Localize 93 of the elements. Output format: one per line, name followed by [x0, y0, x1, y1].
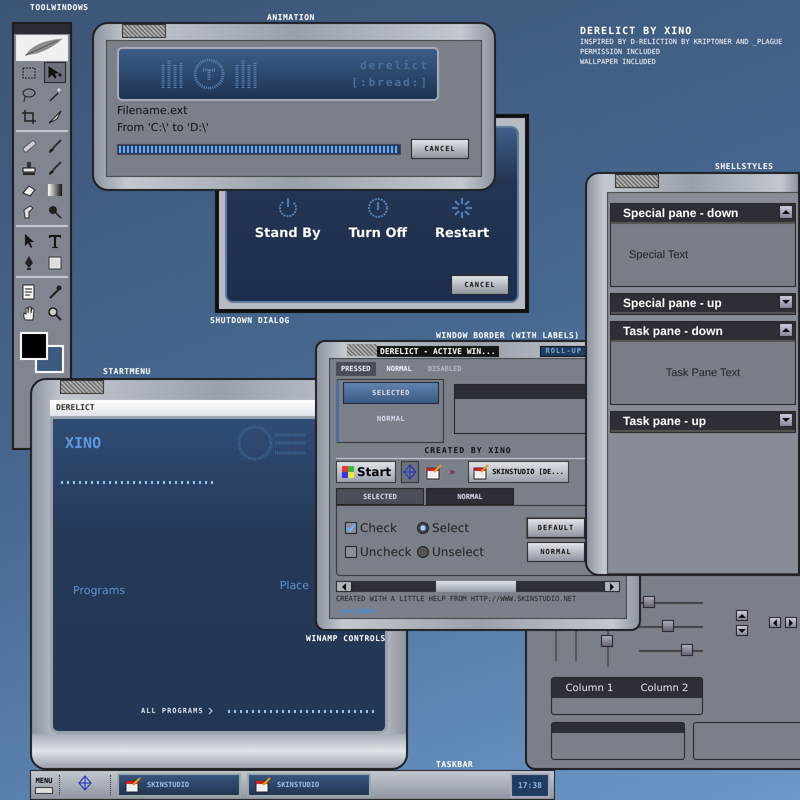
- column-header[interactable]: Column 1: [552, 678, 627, 698]
- pane-title: Special pane - down: [623, 206, 738, 220]
- triangle-right-icon: [788, 618, 794, 626]
- hand-icon: [21, 306, 37, 322]
- triangle-up-icon: [782, 327, 790, 333]
- stamp-icon: [21, 160, 37, 176]
- pane-header[interactable]: Special pane - down: [611, 204, 795, 224]
- spin-up-button[interactable]: [736, 610, 748, 621]
- places-link[interactable]: Place: [280, 579, 309, 592]
- triangle-left-icon: [341, 582, 347, 591]
- app-icon: [255, 777, 271, 793]
- dashed-square-icon: [21, 64, 37, 80]
- clock: 17:38: [510, 772, 550, 798]
- caption-label: STARTMENU: [103, 367, 151, 376]
- triangle-left-icon: [772, 618, 778, 626]
- app-icon: [125, 777, 141, 793]
- pane-title: Task pane - up: [623, 414, 706, 428]
- shutdown-option[interactable]: Turn Off: [348, 196, 408, 241]
- slider-thumb[interactable]: [642, 596, 655, 608]
- pane-header[interactable]: Task pane - down: [611, 322, 795, 342]
- shutdown-option[interactable]: Restart: [435, 196, 490, 241]
- crop-icon: [21, 108, 37, 124]
- eyedropper-icon: [47, 284, 63, 300]
- quick-launch-button[interactable]: [59, 775, 111, 795]
- slider-thumb[interactable]: [681, 644, 693, 656]
- triangle-up-icon: [782, 209, 790, 215]
- app-icon: [473, 464, 490, 480]
- radio-button[interactable]: Unselect: [417, 545, 527, 559]
- programs-link[interactable]: Programs: [73, 584, 126, 597]
- banner-text: [:bread:]: [351, 76, 429, 89]
- dotted-logo-drawing: [237, 425, 307, 461]
- power-icon: [366, 196, 390, 220]
- brush-icon: [47, 160, 63, 176]
- credit-label: CREATED BY XINO: [424, 446, 512, 455]
- slider-thumb[interactable]: [662, 620, 674, 632]
- collapse-button[interactable]: [779, 295, 793, 309]
- knife-icon: [47, 108, 63, 124]
- crystal-icon: [403, 464, 418, 480]
- checkbox[interactable]: Check: [345, 521, 417, 535]
- brush-icon: [47, 138, 63, 154]
- pin-icon: [47, 204, 63, 220]
- caption-label: WINDOW BORDER (WITH LABELS): [436, 331, 580, 340]
- arrow-cross-icon: [47, 64, 63, 80]
- pane-text: Task Pane Text: [666, 367, 740, 379]
- pane-text: Special Text: [629, 249, 688, 261]
- chevron-right-icon: [208, 707, 214, 715]
- caption-label: SHUTDOWN DIALOG: [210, 316, 290, 325]
- user-name: XINO: [64, 434, 102, 452]
- triangle-down-icon: [738, 628, 746, 634]
- caption-label: WINAMP CONTROLS: [306, 634, 386, 643]
- horizontal-scrollbar[interactable]: [336, 581, 620, 592]
- square-icon: [47, 254, 63, 270]
- burst-icon: [450, 196, 474, 220]
- app-icon: [426, 464, 442, 480]
- shutdown-option[interactable]: Stand By: [254, 196, 321, 241]
- filename-label: Filename.ext: [117, 103, 188, 118]
- start-button[interactable]: Start: [336, 461, 396, 483]
- column-header[interactable]: Column 2: [627, 678, 702, 698]
- radio-button[interactable]: Select: [417, 521, 527, 535]
- lasso-icon: [21, 86, 37, 102]
- checkmark-icon: [346, 523, 356, 533]
- collapse-button[interactable]: [779, 205, 793, 219]
- color-swatches-icon[interactable]: [19, 331, 65, 373]
- pane-title: Task pane - down: [623, 324, 723, 338]
- collapse-button[interactable]: [779, 323, 793, 337]
- zoom-icon: [47, 306, 63, 322]
- triangle-down-icon: [782, 299, 790, 305]
- window-title: DERELICT - ACTIVE WIN...: [377, 346, 499, 356]
- copy-path-label: From 'C:\' to 'D:\': [117, 120, 210, 135]
- toolbox-titlebar: [14, 24, 70, 34]
- credits-title: DERELICT BY XINO: [580, 26, 694, 37]
- caption-label: ANIMATION: [267, 13, 315, 22]
- slider-thumb[interactable]: [601, 635, 613, 647]
- text-tool-icon: [47, 232, 63, 248]
- spin-left-button[interactable]: [769, 617, 781, 628]
- pane-title: Special pane - up: [623, 296, 722, 310]
- gradient-icon: [47, 182, 63, 198]
- crystal-icon: [78, 775, 92, 791]
- triangle-down-icon: [782, 417, 790, 423]
- flag-icon: [341, 465, 355, 479]
- spin-right-button[interactable]: [785, 617, 797, 628]
- caption-label: TOOLWINDOWS: [30, 3, 88, 12]
- checkbox[interactable]: Uncheck: [345, 545, 417, 559]
- caption-label: SHELLSTYLES: [715, 162, 774, 171]
- triangle-up-icon: [738, 612, 746, 618]
- pane-header[interactable]: Special pane - up: [611, 294, 795, 314]
- pane-header[interactable]: Task pane - up: [611, 412, 795, 432]
- caption-label: TASKBAR: [436, 760, 474, 769]
- collapse-button[interactable]: [779, 413, 793, 427]
- note-icon: [21, 284, 37, 300]
- wand-icon: [47, 86, 63, 102]
- triangle-right-icon: [609, 582, 615, 591]
- spin-down-button[interactable]: [736, 625, 748, 636]
